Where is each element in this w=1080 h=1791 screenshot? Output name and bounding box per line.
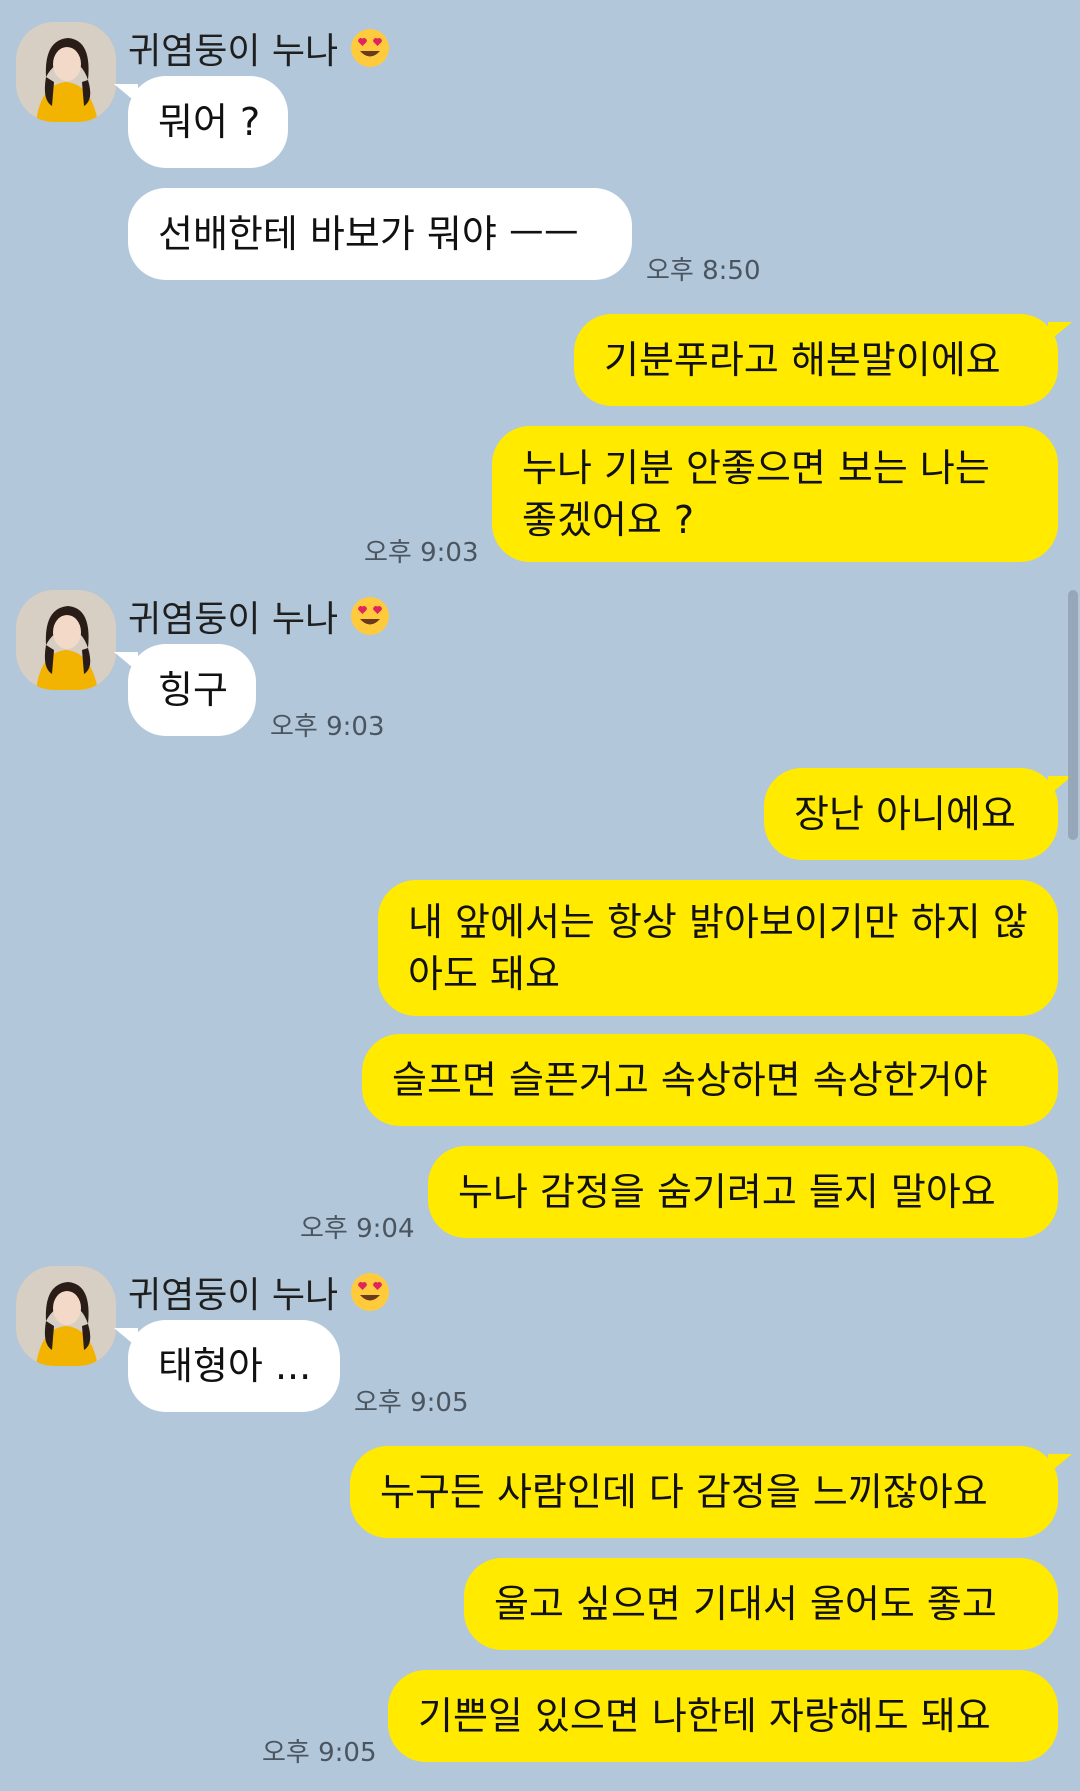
outgoing-message[interactable]: 기분푸라고 해본말이에요	[574, 314, 1072, 406]
sender-avatar[interactable]	[16, 590, 116, 690]
sender-name: 귀염둥이 누나	[128, 1266, 390, 1318]
heart-eyes-emoji-icon	[350, 596, 390, 636]
incoming-message[interactable]: 힝구	[114, 644, 256, 736]
sender-name: 귀염둥이 누나	[128, 22, 390, 74]
message-time: 오후 9:03	[364, 538, 479, 568]
sender-avatar[interactable]	[16, 1266, 116, 1366]
sender-name: 귀염둥이 누나	[128, 590, 390, 642]
chat-room: 귀염둥이 누나 뭐어 ? 선배한테 바보가 뭐야 ㅡㅡ 오후 8:50 기분푸라…	[0, 0, 1080, 1791]
profile-photo-icon	[16, 1266, 116, 1366]
outgoing-message[interactable]: 누나 감정을 숨기려고 들지 말아요	[428, 1146, 1058, 1238]
message-time: 오후 9:03	[270, 712, 385, 742]
sender-avatar[interactable]	[16, 22, 116, 122]
outgoing-message[interactable]: 누나 기분 안좋으면 보는 나는 좋겠어요 ?	[492, 426, 1058, 562]
scrollbar[interactable]	[1068, 590, 1078, 840]
profile-photo-icon	[16, 22, 116, 122]
message-time: 오후 9:05	[262, 1738, 377, 1768]
incoming-message[interactable]: 태형아 ...	[114, 1320, 340, 1412]
incoming-message[interactable]: 뭐어 ?	[114, 76, 288, 168]
message-time: 오후 9:04	[300, 1214, 415, 1244]
heart-eyes-emoji-icon	[350, 1272, 390, 1312]
outgoing-message[interactable]: 내 앞에서는 항상 밝아보이기만 하지 않아도 돼요	[378, 880, 1058, 1016]
heart-eyes-emoji-icon	[350, 28, 390, 68]
outgoing-message[interactable]: 기쁜일 있으면 나한테 자랑해도 돼요	[388, 1670, 1058, 1762]
outgoing-message[interactable]: 울고 싶으면 기대서 울어도 좋고	[464, 1558, 1058, 1650]
profile-photo-icon	[16, 590, 116, 690]
outgoing-message[interactable]: 슬프면 슬픈거고 속상하면 속상한거야	[362, 1034, 1058, 1126]
message-time: 오후 9:05	[354, 1388, 469, 1418]
outgoing-message[interactable]: 장난 아니에요	[764, 768, 1072, 860]
outgoing-message[interactable]: 누구든 사람인데 다 감정을 느끼잖아요	[350, 1446, 1072, 1538]
message-time: 오후 8:50	[646, 256, 761, 286]
incoming-message[interactable]: 선배한테 바보가 뭐야 ㅡㅡ	[128, 188, 632, 280]
